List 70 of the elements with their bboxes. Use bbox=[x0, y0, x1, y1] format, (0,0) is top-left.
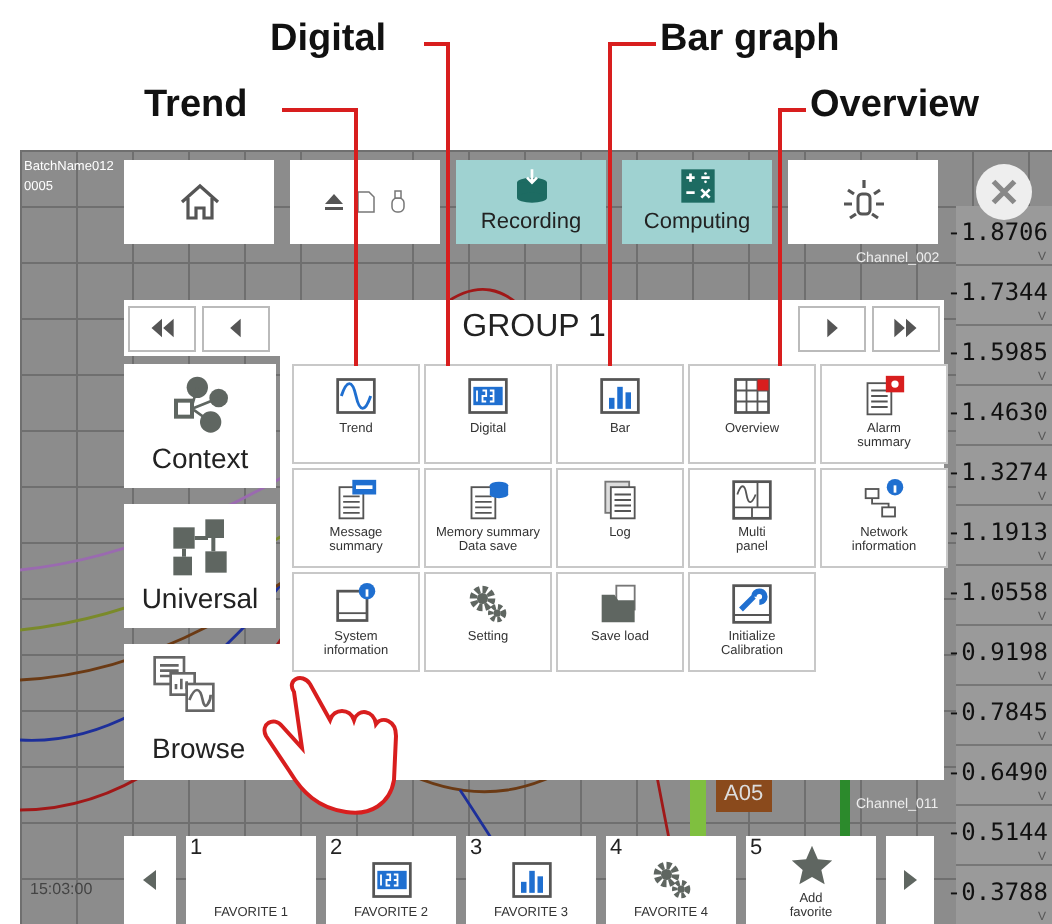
previous-page-button[interactable] bbox=[202, 305, 270, 351]
double-right-arrow-icon bbox=[890, 314, 922, 342]
reading-value: -0.6490 bbox=[946, 756, 1048, 790]
favorite-number: 5 bbox=[750, 836, 763, 861]
double-left-arrow-icon bbox=[146, 314, 178, 342]
callout-label: Overview bbox=[810, 86, 979, 124]
browse-windows-icon bbox=[152, 652, 216, 716]
left-arrow-icon bbox=[138, 864, 162, 896]
memory-list-icon bbox=[466, 478, 510, 522]
media-button[interactable] bbox=[290, 160, 440, 244]
time-label: 15:03:00 bbox=[30, 878, 93, 902]
settings-icon bbox=[649, 857, 693, 902]
favorite-number: 1 bbox=[190, 836, 203, 861]
message-list-icon bbox=[334, 478, 378, 522]
multi-panel-icon bbox=[730, 478, 774, 522]
last-page-button[interactable] bbox=[872, 305, 940, 351]
callout-label: Trend bbox=[144, 86, 248, 124]
favorite-number: 2 bbox=[330, 836, 343, 861]
reading-value: -1.4630 bbox=[946, 396, 1048, 430]
trend-icon bbox=[334, 374, 378, 418]
reading-value: -1.1913 bbox=[946, 516, 1048, 550]
log-pages-icon bbox=[598, 478, 642, 522]
universal-nodes-icon bbox=[168, 513, 232, 577]
channel-tag: A05 bbox=[716, 778, 772, 811]
reading-value: -0.9198 bbox=[946, 636, 1048, 670]
bar-chart-icon bbox=[509, 857, 553, 902]
grid-icon bbox=[730, 374, 774, 418]
favorite-number: 4 bbox=[610, 836, 623, 861]
callout-label: Bar graph bbox=[660, 20, 840, 58]
digital-icon bbox=[369, 857, 413, 902]
computing-button[interactable]: Computing bbox=[622, 160, 772, 244]
next-page-button[interactable] bbox=[798, 305, 866, 351]
usb-icon bbox=[385, 188, 409, 216]
lamp-button[interactable] bbox=[788, 160, 938, 244]
recording-button[interactable]: Recording bbox=[456, 160, 606, 244]
digital-icon bbox=[466, 374, 510, 418]
first-page-button[interactable] bbox=[128, 305, 196, 351]
close-icon bbox=[986, 174, 1022, 210]
calculator-icon bbox=[677, 165, 717, 206]
reading-value: -1.3274 bbox=[946, 456, 1048, 490]
group-title: GROUP 1 bbox=[460, 308, 608, 348]
reading-value: -1.8706 bbox=[946, 216, 1048, 250]
reading-value: -0.7845 bbox=[946, 696, 1048, 730]
scroll-right-button[interactable] bbox=[886, 836, 934, 924]
context-button[interactable]: Context bbox=[124, 364, 276, 488]
browse-button[interactable]: Browse bbox=[124, 644, 280, 780]
reading-value: -0.3788 bbox=[946, 876, 1048, 910]
reading-value: -1.5985 bbox=[946, 336, 1048, 370]
home-icon bbox=[175, 178, 223, 226]
scroll-left-button[interactable] bbox=[124, 836, 176, 924]
bar-chart-icon bbox=[598, 374, 642, 418]
reading-value: -1.0558 bbox=[946, 576, 1048, 610]
right-arrow-icon bbox=[898, 864, 922, 896]
universal-button[interactable]: Universal bbox=[124, 504, 276, 628]
wrench-screen-icon bbox=[730, 582, 774, 626]
reading-value: -0.5144 bbox=[946, 816, 1048, 850]
settings-icon bbox=[466, 582, 510, 626]
favorite-number: 3 bbox=[470, 836, 483, 861]
network-icon bbox=[862, 478, 906, 522]
context-nodes-icon bbox=[168, 373, 232, 437]
home-button[interactable] bbox=[124, 160, 274, 244]
recording-drum-icon bbox=[511, 165, 551, 206]
reading-value: -1.7344 bbox=[946, 276, 1048, 310]
star-icon bbox=[789, 843, 833, 888]
system-info-icon bbox=[334, 582, 378, 626]
folder-icon bbox=[598, 582, 642, 626]
eject-icon bbox=[321, 190, 345, 214]
close-button[interactable] bbox=[976, 164, 1032, 220]
callout-label: Digital bbox=[270, 20, 387, 58]
alarm-list-icon bbox=[862, 374, 906, 418]
